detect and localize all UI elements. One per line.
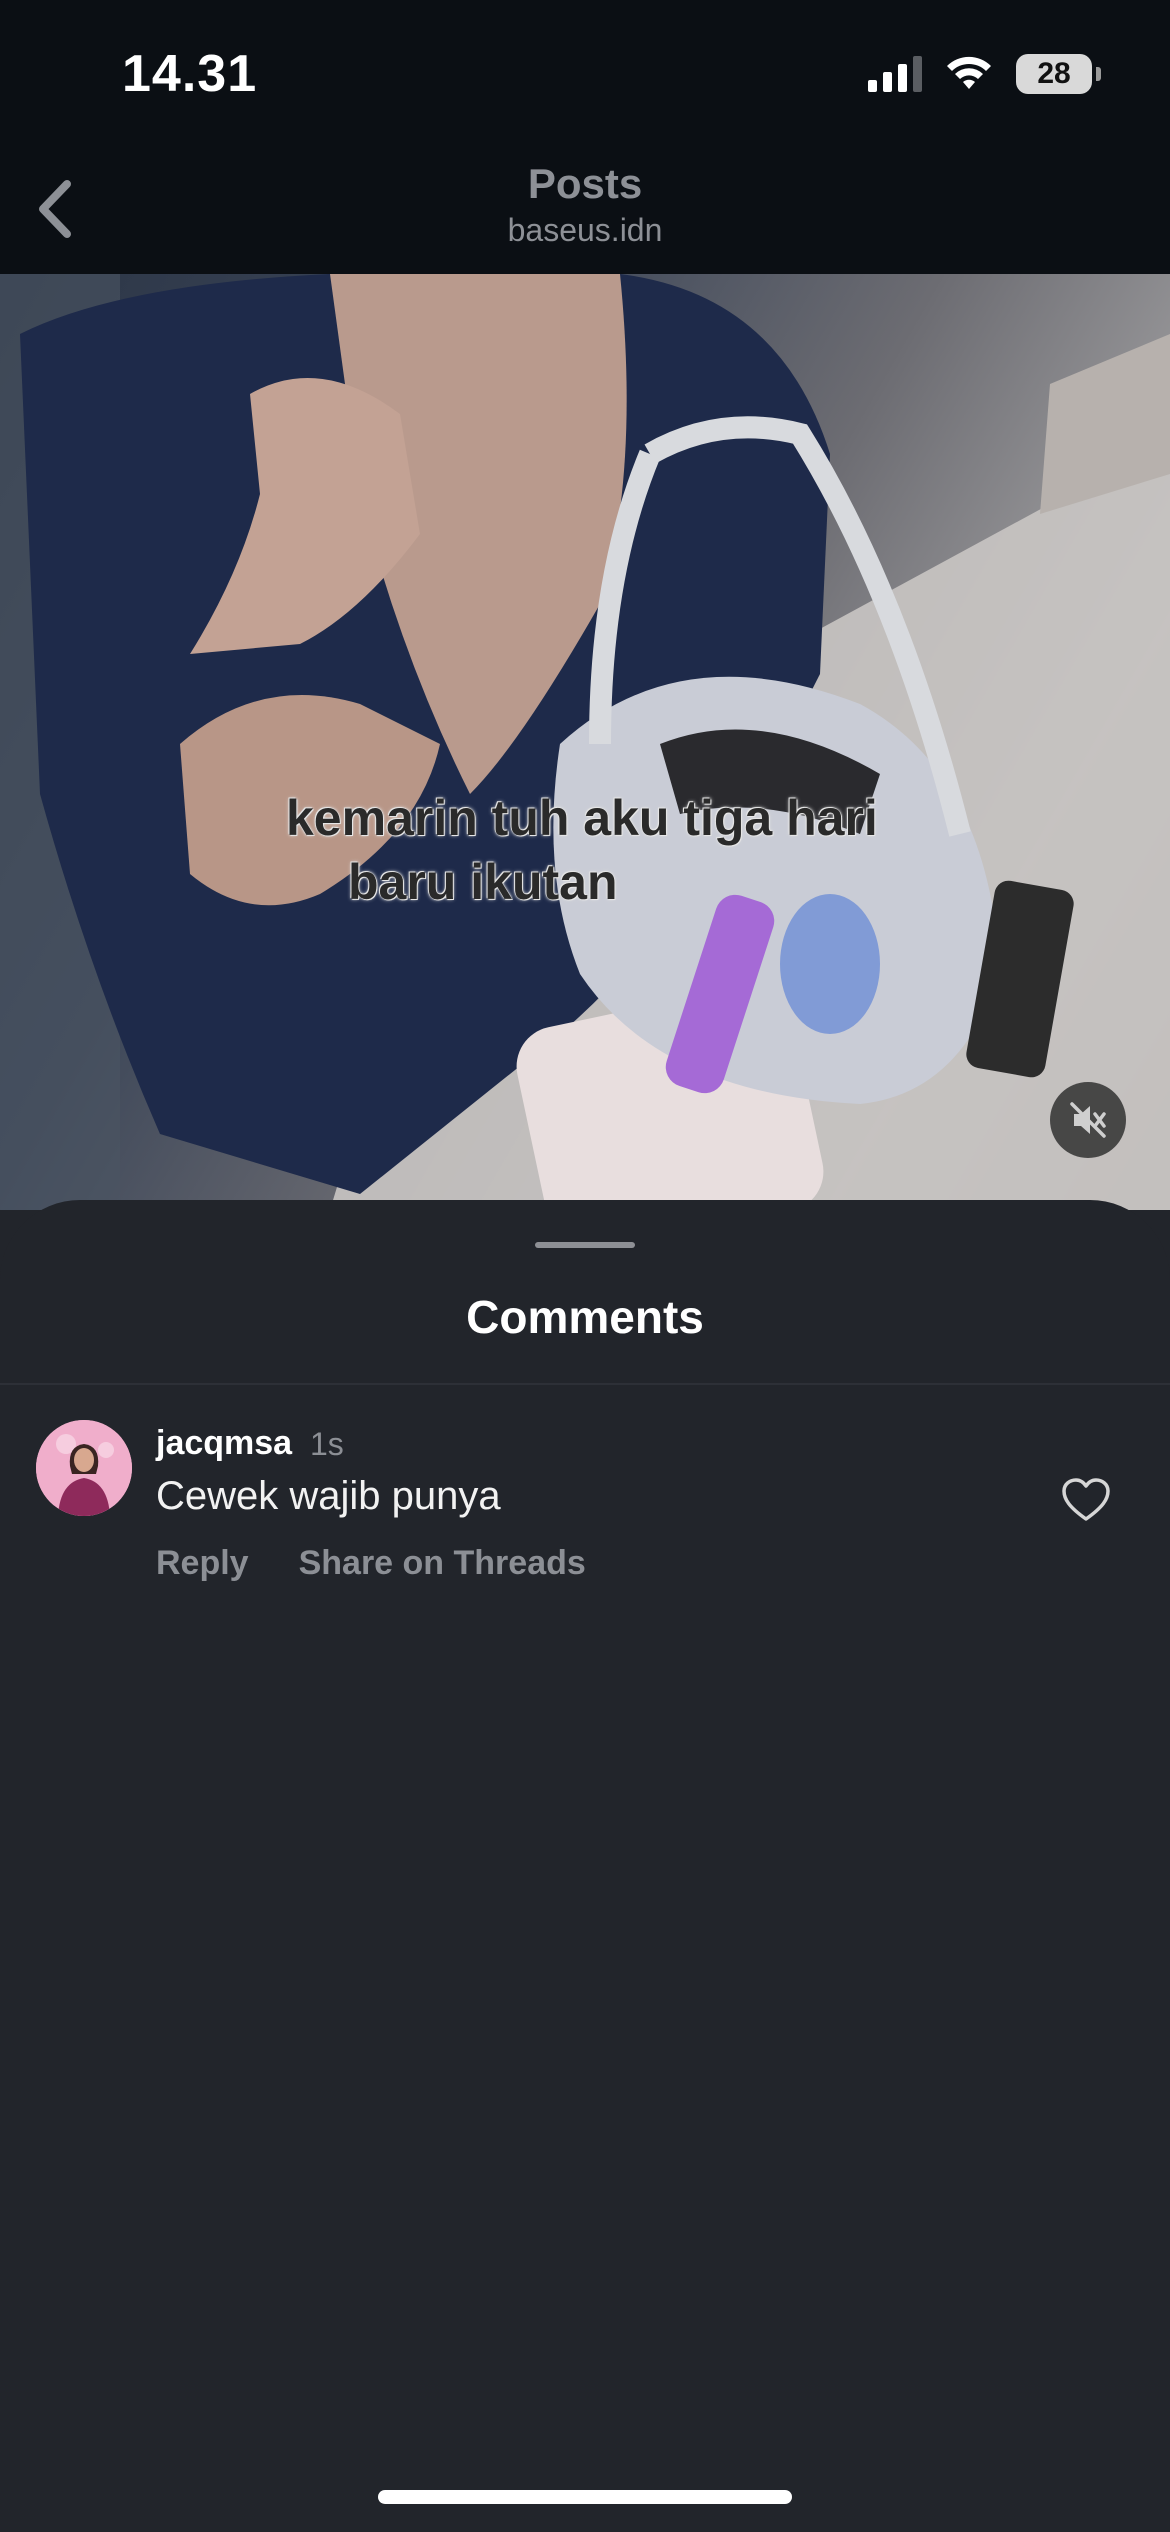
comment-item: jacqmsa 1s Cewek wajib punya Reply Share… <box>0 1420 1170 1600</box>
video-frame-image <box>0 274 1170 1210</box>
reply-button[interactable]: Reply <box>156 1544 249 1583</box>
video-caption-line-1: kemarin tuh aku tiga hari <box>286 790 878 846</box>
video-caption-line-2: baru ikutan <box>348 854 618 910</box>
cellular-signal-icon <box>868 56 922 92</box>
screen: 14.31 28 Posts baseus.idn kemarin tuh ak… <box>0 0 1170 2532</box>
comment-actions: Reply Share on Threads <box>156 1544 586 1583</box>
speaker-muted-icon <box>1070 1102 1106 1138</box>
nav-header: Posts baseus.idn <box>0 150 1170 274</box>
divider <box>0 1383 1170 1385</box>
comment-text: Cewek wajib punya <box>156 1474 501 1518</box>
home-indicator <box>378 2490 792 2504</box>
post-video[interactable]: kemarin tuh aku tiga hari baru ikutan <box>0 274 1170 1210</box>
mute-button[interactable] <box>1050 1082 1126 1158</box>
comments-title: Comments <box>466 1291 704 1343</box>
page-subtitle[interactable]: baseus.idn <box>0 212 1170 249</box>
heart-outline-icon <box>1062 1478 1110 1521</box>
status-icons: 28 <box>868 54 1101 94</box>
sheet-drag-handle[interactable] <box>535 1242 635 1248</box>
avatar-image <box>36 1420 132 1516</box>
share-on-threads-button[interactable]: Share on Threads <box>299 1544 586 1583</box>
comment-timestamp: 1s <box>310 1426 344 1462</box>
video-caption: kemarin tuh aku tiga hari baru ikutan <box>0 786 1170 914</box>
comment-username[interactable]: jacqmsa <box>156 1424 292 1463</box>
comments-sheet: Comments jacqmsa 1s Cewek wajib punya Re… <box>0 1200 1170 2532</box>
battery-level: 28 <box>1037 57 1071 90</box>
avatar[interactable] <box>36 1420 132 1516</box>
page-title: Posts <box>527 160 643 207</box>
wifi-icon <box>947 56 991 89</box>
battery-icon: 28 <box>1016 54 1101 94</box>
like-button[interactable] <box>1058 1472 1114 1528</box>
status-bar: 14.31 28 <box>0 0 1170 150</box>
status-time: 14.31 <box>122 45 258 103</box>
